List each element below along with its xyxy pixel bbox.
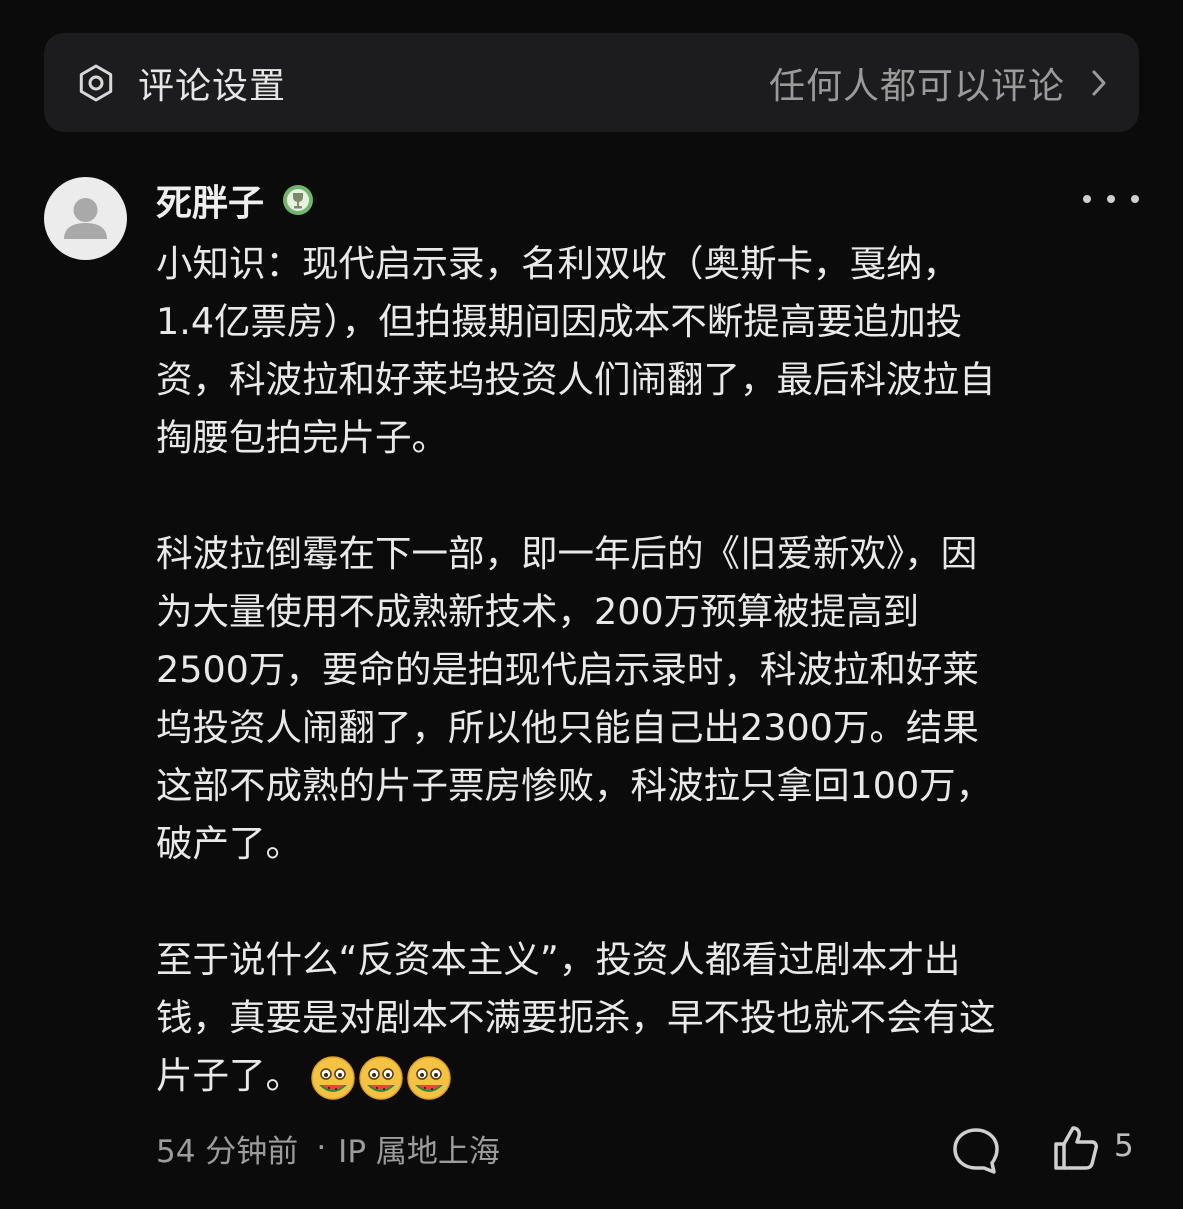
comment-line: 掏腰包拍完片子。 (156, 416, 448, 459)
comment-time: 54 分钟前 (156, 1133, 299, 1170)
ip-location: IP 属地上海 (338, 1133, 500, 1170)
comment-line: 科波拉倒霉在下一部，即一年后的《旧爱新欢》，因 (156, 532, 978, 575)
comment-line: 至于说什么“反资本主义”，投资人都看过剧本才出 (156, 938, 961, 981)
more-dot-icon (1107, 195, 1115, 203)
more-options-button[interactable] (1083, 184, 1139, 214)
comment-line: 坞投资人闹翻了，所以他只能自己出2300万。结果 (156, 706, 979, 749)
comment-line: 钱，真要是对剧本不满要扼杀，早不投也就不会有这 (156, 996, 996, 1039)
default-user-icon (64, 198, 107, 239)
melon-eating-emoji-icon (359, 1055, 403, 1100)
melon-eating-emoji-icon (407, 1055, 451, 1100)
settings-value: 任何人都可以评论 (768, 65, 1065, 107)
comment-line: 2500万，要命的是拍现代启示录时，科波拉和好莱 (156, 648, 979, 691)
comment-header: 死胖子 (156, 176, 314, 224)
more-dot-icon (1131, 195, 1139, 203)
settings-label: 评论设置 (138, 65, 287, 107)
comment-last-line: 片子了。 (156, 1047, 1141, 1105)
melon-eating-emoji-icon (311, 1055, 355, 1100)
thumbs-up-icon (1054, 1126, 1098, 1170)
comment-bubble-icon (953, 1128, 999, 1174)
comment-line: 为大量使用不成熟新技术，200万预算被提高到 (156, 590, 920, 633)
username[interactable]: 死胖子 (156, 174, 264, 226)
comment-text: 小知识：现代启示录，名利双收（奥斯卡，戛纳， 1.4亿票房），但拍摄期间因成本不… (156, 235, 1141, 1105)
comment-line: 片子了。 (156, 1054, 302, 1097)
avatar[interactable] (44, 177, 127, 260)
meta-separator: · (316, 1130, 327, 1166)
trophy-badge-icon (283, 185, 314, 215)
more-dot-icon (1083, 195, 1091, 203)
comment-line: 1.4亿票房），但拍摄期间因成本不断提高要追加投 (156, 300, 963, 343)
comment-line: 资，科波拉和好莱坞投资人们闹翻了，最后科波拉自 (156, 358, 996, 401)
comment-line: 小知识：现代启示录，名利双收（奥斯卡，戛纳， (156, 242, 959, 285)
reply-button[interactable] (950, 1124, 1002, 1176)
comment-meta: 54 分钟前 · IP 属地上海 (156, 1124, 500, 1172)
like-count: 5 (1114, 1128, 1134, 1164)
comment-settings-row[interactable]: 评论设置 任何人都可以评论 (44, 33, 1139, 132)
emoji-group (310, 1055, 454, 1101)
settings-gear-icon (76, 63, 116, 103)
chevron-right-icon (1079, 63, 1107, 103)
like-button[interactable] (1050, 1122, 1102, 1174)
comment-line: 破产了。 (156, 822, 302, 865)
comment-line: 这部不成熟的片子票房惨败，科波拉只拿回100万， (156, 764, 993, 807)
